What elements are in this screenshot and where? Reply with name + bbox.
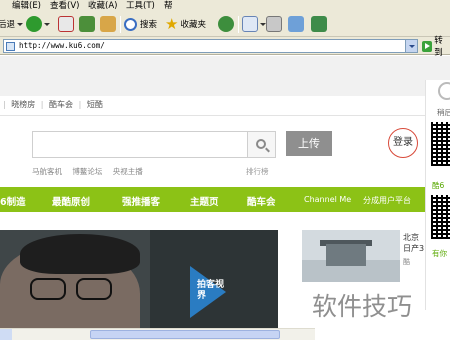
magnifier-icon <box>124 17 137 31</box>
address-bar: http://www.ku6.com/ 转到 <box>0 36 450 58</box>
floating-side-panel: 稍后 酷6 有你 <box>425 80 450 310</box>
printer-icon <box>266 16 282 32</box>
history-button[interactable] <box>218 15 234 33</box>
address-input[interactable]: http://www.ku6.com/ <box>3 39 418 53</box>
forward-button[interactable] <box>26 15 50 33</box>
messenger-button[interactable] <box>311 15 327 33</box>
back-dropdown-icon[interactable] <box>17 22 24 26</box>
menu-tools[interactable]: 工具(T) <box>126 0 155 11</box>
search-label: 搜索 <box>140 20 158 30</box>
qr-code-icon <box>431 122 450 166</box>
search-icon-handle <box>265 147 270 153</box>
menu-favorites[interactable]: 收藏(A) <box>88 0 117 11</box>
hero-badge-text: 拍客视界 <box>197 280 225 301</box>
back-label: 后退 <box>0 20 16 30</box>
address-dropdown-icon[interactable] <box>405 40 417 52</box>
side-bottom-label[interactable]: 有你 <box>432 248 447 259</box>
menu-help[interactable]: 帮 <box>164 0 173 11</box>
hot-search-words: 马航客机 博鳌论坛 央视主播 <box>32 166 151 177</box>
favorites-button[interactable]: ★ 收藏夹 <box>165 15 206 33</box>
channel-nav: 6制造 最酷原创 强推播客 主题页 酷车会 Channel Me 分成用户平台 <box>0 187 425 212</box>
news-thumbnail[interactable] <box>302 230 400 282</box>
mail-icon <box>242 16 258 32</box>
topnav-divider: | <box>40 100 44 109</box>
scroll-left-arrow-icon[interactable] <box>0 329 12 340</box>
news-title[interactable]: 北京 日产3 <box>403 232 424 254</box>
home-icon <box>100 16 116 32</box>
news-title-line2: 日产3 <box>403 244 425 253</box>
web-page: | 晓榜房 | 酷车会 | 短酷 上传 登录 马航客机 博鳌论坛 央视主播 排行… <box>0 56 450 340</box>
hotword-link[interactable]: 马航客机 <box>32 167 62 176</box>
toolbar: 后退 搜索 ★ 收藏夹 <box>0 11 450 37</box>
hotword-link[interactable]: 博鳌论坛 <box>72 167 102 176</box>
nav-item-topics[interactable]: 主题页 <box>190 194 219 208</box>
hotword-link[interactable]: 央视主播 <box>113 167 143 176</box>
edit-button[interactable] <box>288 15 304 33</box>
topnav-item[interactable]: 短酷 <box>87 100 103 109</box>
divider <box>0 115 425 116</box>
site-search-input[interactable] <box>32 131 248 158</box>
hero-image-glasses <box>76 278 112 300</box>
refresh-later-icon[interactable] <box>438 82 450 100</box>
hero-video[interactable]: 拍客视界 <box>0 230 278 328</box>
favorites-label: 收藏夹 <box>180 20 206 30</box>
stop-button[interactable] <box>58 15 74 33</box>
toolbar-separator <box>238 16 239 33</box>
login-button[interactable]: 登录 <box>388 128 418 158</box>
home-button[interactable] <box>100 15 116 33</box>
refresh-button[interactable] <box>79 15 95 33</box>
topnav-item[interactable]: 酷车会 <box>49 100 73 109</box>
go-arrow-icon <box>422 40 433 52</box>
nav-item-original[interactable]: 最酷原创 <box>52 194 90 208</box>
scrollbar-thumb[interactable] <box>90 330 280 339</box>
side-top-label[interactable]: 稍后 <box>437 107 450 118</box>
go-label: 转到 <box>434 36 443 58</box>
forward-dropdown-icon[interactable] <box>44 22 50 26</box>
search-button[interactable]: 搜索 <box>124 15 157 33</box>
horizontal-scrollbar[interactable] <box>0 328 315 340</box>
site-search-button[interactable] <box>248 131 276 158</box>
top-strip <box>0 56 450 96</box>
address-url[interactable]: http://www.ku6.com/ <box>19 41 105 50</box>
rank-link[interactable]: 排行榜 <box>246 166 269 177</box>
thumb-gate <box>326 244 366 266</box>
mail-button[interactable] <box>242 15 266 33</box>
topnav-divider: | <box>78 100 82 109</box>
site-top-nav: | 晓榜房 | 酷车会 | 短酷 <box>0 99 106 111</box>
go-button[interactable]: 转到 <box>422 36 450 58</box>
hero-image-hair <box>20 234 140 274</box>
print-button[interactable] <box>266 15 282 33</box>
topnav-divider: | <box>3 100 6 109</box>
nav-item-channel-me[interactable]: Channel Me <box>304 195 351 204</box>
refresh-icon <box>79 16 95 32</box>
upload-button[interactable]: 上传 <box>286 131 332 156</box>
stop-icon <box>58 16 74 32</box>
hero-image-glasses <box>30 278 66 300</box>
history-icon <box>218 16 234 32</box>
menu-bar: 编辑(E) 查看(V) 收藏(A) 工具(T) 帮 <box>0 0 450 11</box>
messenger-icon <box>311 16 327 32</box>
news-meta: 酷 <box>403 258 410 266</box>
side-mid-label[interactable]: 酷6 <box>432 180 444 191</box>
nav-item-podcasters[interactable]: 强推播客 <box>122 194 160 208</box>
topnav-item[interactable]: 晓榜房 <box>11 100 35 109</box>
menu-edit[interactable]: 编辑(E) <box>12 0 41 11</box>
toolbar-separator <box>120 16 121 33</box>
star-icon: ★ <box>165 15 179 33</box>
nav-item-partner-platform[interactable]: 分成用户平台 <box>363 195 411 206</box>
nav-item-car-club[interactable]: 酷车会 <box>247 194 276 208</box>
edit-page-icon <box>288 16 304 32</box>
back-button[interactable]: 后退 <box>0 15 24 33</box>
menu-view[interactable]: 查看(V) <box>50 0 79 11</box>
page-icon <box>6 42 15 51</box>
forward-arrow-icon <box>26 16 42 32</box>
watermark-text: 软件技巧 <box>312 292 413 321</box>
qr-code-icon <box>431 195 450 239</box>
news-title-line1: 北京 <box>403 233 419 242</box>
nav-item-made[interactable]: 6制造 <box>0 194 26 208</box>
